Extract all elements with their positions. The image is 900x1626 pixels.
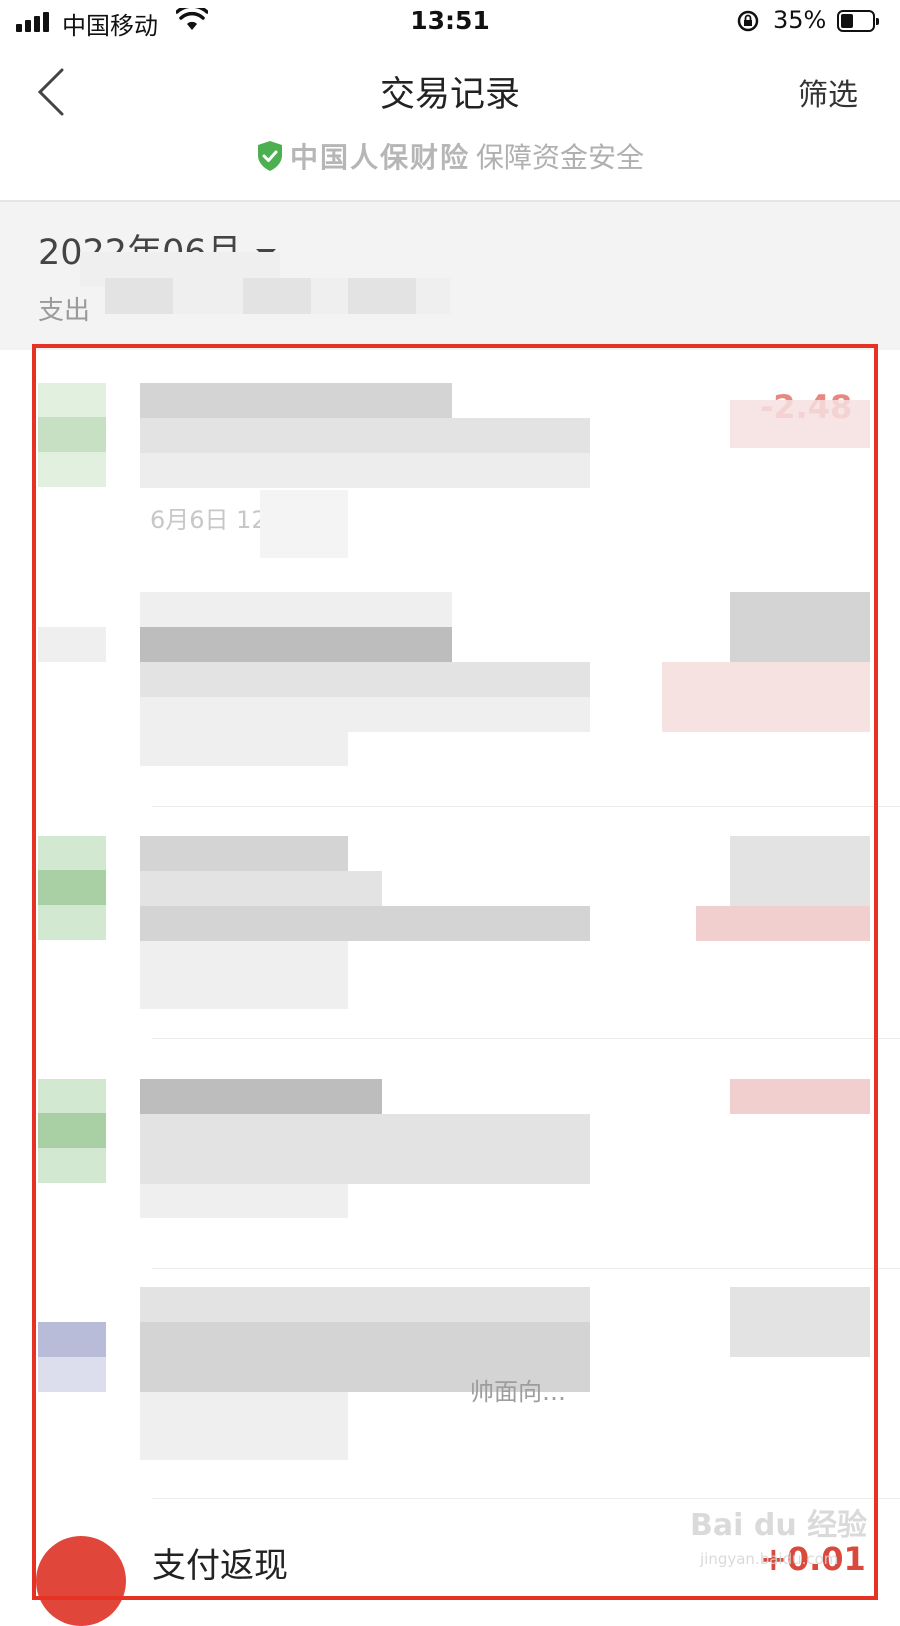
redacted-block <box>348 278 416 314</box>
redacted-block <box>662 662 870 732</box>
cashback-icon <box>36 1536 126 1626</box>
rotation-lock-icon <box>737 10 759 32</box>
watermark: Bai du 经验 <box>690 1508 868 1543</box>
page-title: 交易记录 <box>379 75 520 115</box>
redacted-block <box>140 906 590 941</box>
redacted-icon <box>38 1113 106 1148</box>
clock: 13:51 <box>410 6 490 35</box>
redacted-block <box>140 1079 382 1114</box>
transaction-subtitle: 帅面向… <box>470 1378 566 1406</box>
battery-icon <box>837 10 879 32</box>
row-divider <box>152 806 900 807</box>
redacted-block <box>696 906 870 941</box>
redacted-block <box>140 1114 590 1184</box>
security-banner: 中国人保财险 保障资金安全 <box>0 136 900 196</box>
redacted-block <box>243 278 311 314</box>
redacted-block <box>140 1184 348 1218</box>
filter-button[interactable]: 筛选 <box>798 70 858 114</box>
transaction-title: 支付返现 <box>152 1546 288 1586</box>
redacted-block <box>140 871 382 906</box>
redacted-block <box>140 1392 348 1460</box>
redacted-icon <box>38 870 106 905</box>
battery-percent: 35% <box>773 6 827 34</box>
redacted-block <box>140 836 348 871</box>
security-brand: 中国人保财险 <box>289 141 470 174</box>
redacted-block <box>140 732 348 766</box>
redacted-block <box>730 592 870 662</box>
shield-check-icon <box>257 141 282 171</box>
redacted-block <box>140 697 590 732</box>
status-bar: 中国移动 13:51 35% <box>0 0 900 46</box>
security-text: 保障资金安全 <box>476 141 645 174</box>
nav-bar: 交易记录 筛选 <box>0 46 900 136</box>
row-divider <box>152 1038 900 1039</box>
watermark-url: jingyan.baidu.com <box>700 1550 839 1568</box>
redacted-block <box>730 1079 870 1114</box>
redacted-block <box>730 1287 870 1357</box>
month-summary: 支出 <box>38 296 91 326</box>
redacted-block <box>140 627 452 662</box>
blur-overlay <box>20 350 880 590</box>
redacted-block <box>140 592 452 627</box>
redacted-block <box>105 278 173 314</box>
redacted-block <box>140 662 590 697</box>
redacted-block <box>140 1287 590 1322</box>
row-divider <box>152 1498 900 1499</box>
redacted-block <box>140 941 348 1009</box>
redacted-block <box>730 836 870 906</box>
row-divider <box>152 1268 900 1269</box>
redacted-icon <box>38 627 106 662</box>
redacted-icon <box>38 1322 106 1357</box>
month-header: 2022年06月 支出 <box>0 202 900 350</box>
transaction-list: 6月6日 12: -2.48 <box>0 350 900 1626</box>
